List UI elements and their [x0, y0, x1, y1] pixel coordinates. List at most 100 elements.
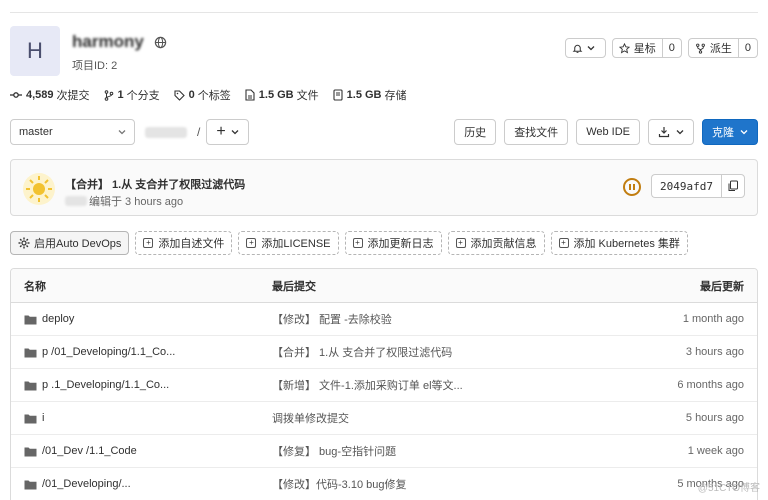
- file-name[interactable]: /01_Developing/...: [42, 478, 131, 490]
- commit-sha-group: 2049afd7: [651, 174, 745, 198]
- stat-storage[interactable]: 1.5 GB 存储: [333, 87, 407, 103]
- table-row[interactable]: p /01_Developing/1.1_Co... 【合并】 1.从 支合并了…: [11, 336, 757, 369]
- table-row[interactable]: /01_Dev /1.1_Code 【修复】 bug-空指针问题 1 week …: [11, 435, 757, 468]
- web-ide-button[interactable]: Web IDE: [576, 119, 640, 145]
- project-avatar: H: [10, 26, 60, 76]
- header-last-update: 最后更新: [700, 280, 744, 293]
- plus-square-icon: +: [455, 238, 466, 248]
- update-time: 3 hours ago: [685, 346, 744, 358]
- folder-icon: [24, 315, 37, 324]
- update-time: 1 month ago: [682, 313, 744, 325]
- copy-sha-button[interactable]: [721, 174, 745, 198]
- commit-author-name[interactable]: [65, 196, 87, 206]
- chevron-down-icon: [676, 130, 684, 135]
- table-row[interactable]: i 调拨单修改提交 5 hours ago: [11, 402, 757, 435]
- header-actions: 星标 0 派生 0: [564, 38, 758, 58]
- branch-name: master: [19, 126, 53, 138]
- commit-message[interactable]: 【修改】代码-3.10 bug修复: [259, 476, 607, 492]
- header-last-commit: 最后提交: [272, 280, 316, 293]
- clone-label: 克隆: [712, 127, 734, 139]
- table-row[interactable]: /01_Developing/... 【修改】代码-3.10 bug修复 5 m…: [11, 468, 757, 500]
- commit-title[interactable]: 【合并】 1.从 支合并了权限过滤代码: [65, 176, 245, 192]
- project-name[interactable]: harmony: [72, 32, 144, 52]
- commit-message[interactable]: 【修改】 配置 -去除校验: [259, 311, 607, 327]
- project-stats: 4,589 次提交 1 个分支 0 个标签 1.5 GB 文件 1.5 GB 存储: [10, 87, 407, 103]
- chevron-down-icon: [118, 130, 126, 135]
- commit-message[interactable]: 【合并】 1.从 支合并了权限过滤代码: [259, 344, 607, 360]
- breadcrumb: /: [145, 125, 200, 139]
- file-name[interactable]: p /01_Developing/1.1_Co...: [42, 346, 175, 358]
- history-button[interactable]: 历史: [454, 119, 497, 145]
- download-button[interactable]: [648, 119, 694, 145]
- update-time: 6 months ago: [677, 379, 744, 391]
- last-commit-panel: 【合并】 1.从 支合并了权限过滤代码 编辑于 3 hours ago 2049…: [10, 159, 758, 216]
- plus-icon: +: [216, 123, 226, 140]
- star-button[interactable]: 星标 0: [611, 38, 682, 58]
- tag-icon: [174, 89, 185, 101]
- file-name[interactable]: i: [42, 412, 44, 424]
- find-file-button[interactable]: 查找文件: [504, 119, 569, 145]
- add-license-button[interactable]: + 添加LICENSE: [238, 231, 339, 255]
- file-name[interactable]: /01_Dev /1.1_Code: [42, 445, 137, 457]
- commit-message[interactable]: 【修复】 bug-空指针问题: [259, 443, 607, 459]
- download-icon: [658, 127, 670, 138]
- add-changelog-button[interactable]: + 添加更新日志: [344, 231, 442, 255]
- pipeline-paused-icon[interactable]: [623, 178, 641, 196]
- branch-icon: [104, 89, 113, 101]
- file-name[interactable]: deploy: [42, 313, 74, 325]
- project-id: 项目ID: 2: [72, 60, 118, 72]
- star-label: 星标: [633, 43, 656, 55]
- commit-icon: [10, 92, 22, 98]
- watermark: @51CTO博客: [697, 483, 760, 494]
- plus-square-icon: +: [246, 238, 257, 248]
- chevron-down-icon: [740, 130, 748, 135]
- fork-icon: [695, 43, 705, 54]
- commit-message[interactable]: 调拨单修改提交: [259, 410, 607, 426]
- file-name[interactable]: p .1_Developing/1.1_Co...: [42, 379, 169, 391]
- repo-toolbar: master / + 历史 查找文件 Web IDE 克隆: [10, 119, 758, 145]
- commit-meta: 编辑于 3 hours ago: [65, 193, 183, 209]
- branch-selector[interactable]: master: [10, 119, 135, 145]
- fork-button[interactable]: 派生 0: [687, 38, 758, 58]
- add-kubernetes-button[interactable]: + 添加 Kubernetes 集群: [550, 231, 688, 255]
- folder-icon: [24, 480, 37, 489]
- gear-icon: [18, 237, 30, 249]
- table-row[interactable]: p .1_Developing/1.1_Co... 【新增】 文件-1.添加采购…: [11, 369, 757, 402]
- add-dropdown-button[interactable]: +: [206, 119, 249, 145]
- file-name-cell: /01_Developing/...: [11, 478, 259, 490]
- add-contributing-button[interactable]: + 添加贡献信息: [447, 231, 545, 255]
- add-readme-button[interactable]: + 添加自述文件: [135, 231, 233, 255]
- enable-auto-devops-button[interactable]: 启用Auto DevOps: [10, 231, 130, 255]
- stat-tags[interactable]: 0 个标签: [174, 87, 231, 103]
- stat-commits[interactable]: 4,589 次提交: [10, 87, 90, 103]
- commit-message[interactable]: 【新增】 文件-1.添加采购订单 el等文...: [259, 377, 607, 393]
- star-count[interactable]: 0: [661, 39, 675, 57]
- file-tree-table: 名称 最后提交 最后更新 deploy 【修改】 配置 -去除校验 1 mont…: [10, 268, 758, 500]
- globe-icon: [154, 36, 167, 49]
- storage-icon: [333, 89, 343, 101]
- file-icon: [245, 89, 255, 101]
- file-name-cell: deploy: [11, 313, 259, 325]
- commit-sha[interactable]: 2049afd7: [651, 174, 721, 198]
- plus-square-icon: +: [558, 238, 569, 248]
- stat-files[interactable]: 1.5 GB 文件: [245, 87, 319, 103]
- file-name-cell: p /01_Developing/1.1_Co...: [11, 346, 259, 358]
- table-row[interactable]: deploy 【修改】 配置 -去除校验 1 month ago: [11, 303, 757, 336]
- folder-icon: [24, 414, 37, 423]
- commit-author-avatar[interactable]: [23, 173, 55, 205]
- breadcrumb-project[interactable]: [145, 126, 187, 138]
- notification-button[interactable]: [564, 38, 606, 58]
- clone-button[interactable]: 克隆: [702, 119, 758, 145]
- update-time: 5 hours ago: [685, 412, 744, 424]
- commit-time: 编辑于 3 hours ago: [89, 196, 184, 208]
- copy-icon: [728, 180, 738, 191]
- plus-square-icon: +: [143, 238, 154, 248]
- stat-branches[interactable]: 1 个分支: [104, 87, 160, 103]
- bell-icon: [572, 44, 583, 53]
- folder-icon: [24, 381, 37, 390]
- fork-label: 派生: [709, 43, 732, 55]
- header-name: 名称: [24, 280, 46, 293]
- table-header: 名称 最后提交 最后更新: [11, 269, 757, 303]
- fork-count[interactable]: 0: [737, 39, 751, 57]
- quick-actions: 启用Auto DevOps + 添加自述文件 + 添加LICENSE + 添加更新日志…: [10, 231, 688, 255]
